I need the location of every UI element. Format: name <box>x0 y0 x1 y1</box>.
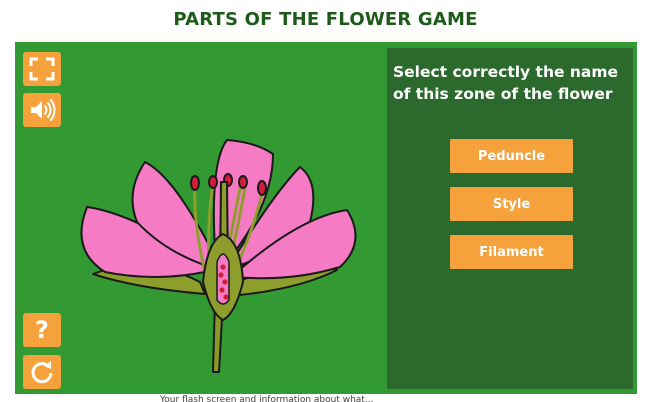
question-prompt: Select correctly the name of this zone o… <box>393 63 619 103</box>
anther-2 <box>208 175 218 189</box>
footer-caption: Your flash screen and information about … <box>160 395 374 402</box>
game-stage: ? Select correctly the name of this zone… <box>15 42 637 394</box>
anther-4 <box>238 175 248 189</box>
anther-5 <box>257 180 267 196</box>
restart-button[interactable] <box>23 355 61 389</box>
fullscreen-button[interactable] <box>23 52 61 86</box>
answer-option-style[interactable]: Style <box>450 187 573 221</box>
flower-illustration <box>80 139 357 373</box>
answer-option-filament[interactable]: Filament <box>450 235 573 269</box>
sound-button[interactable] <box>23 93 61 127</box>
ovule <box>222 279 228 285</box>
restart-icon <box>31 361 53 384</box>
ovule <box>218 272 224 278</box>
ovule <box>219 287 225 293</box>
anther-1 <box>190 175 200 191</box>
fullscreen-icon <box>29 57 55 81</box>
answer-option-peduncle[interactable]: Peduncle <box>450 139 573 173</box>
ovule <box>223 294 229 300</box>
question-panel: Select correctly the name of this zone o… <box>387 48 633 389</box>
help-button[interactable]: ? <box>23 313 61 347</box>
game-title: PARTS OF THE FLOWER GAME <box>173 9 478 30</box>
speaker-icon <box>31 99 56 121</box>
ovule <box>220 264 226 270</box>
